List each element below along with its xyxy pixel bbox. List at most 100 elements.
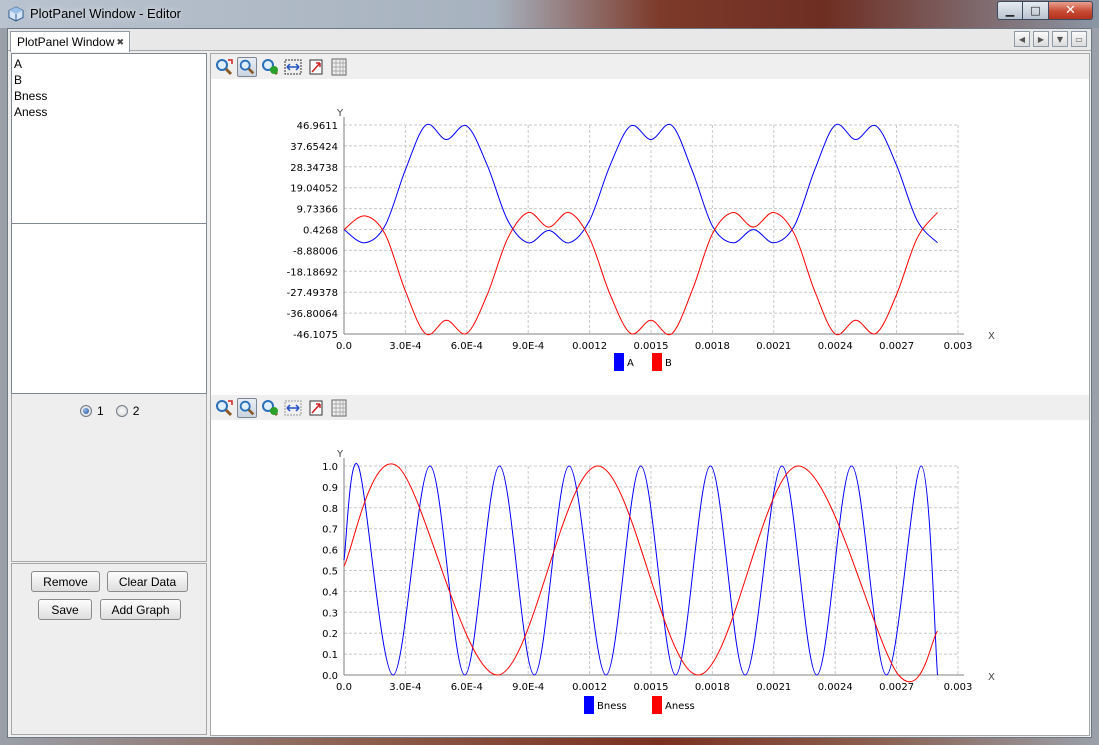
list-item[interactable]: B	[14, 72, 204, 88]
x-tick-label: 6.0E-4	[451, 682, 483, 693]
add-graph-button[interactable]: Add Graph	[100, 599, 181, 620]
tab-list-button[interactable]: ▼	[1052, 31, 1068, 47]
legend-swatch	[584, 696, 594, 714]
remove-button[interactable]: Remove	[31, 571, 100, 592]
export-icon[interactable]	[306, 398, 326, 418]
y-tick-label: -46.1075	[293, 330, 338, 341]
x-tick-label: 9.0E-4	[512, 341, 544, 352]
legend-label: Bness	[597, 701, 627, 712]
zoom-reset-icon[interactable]	[214, 57, 234, 77]
list-item[interactable]: Aness	[14, 104, 204, 120]
x-tick-label: 0.0018	[695, 341, 730, 352]
tab-strip: PlotPanel Window ✖ ◀ ▶ ▼ ▭	[8, 29, 1091, 52]
y-tick-label: -8.88006	[293, 246, 338, 257]
zoom-icon[interactable]	[237, 398, 257, 418]
grid-icon[interactable]	[329, 398, 349, 418]
restore-window-button[interactable]: ▭	[1071, 31, 1087, 47]
minimize-button[interactable]: ▁	[997, 1, 1023, 20]
y-tick-label: 0.5	[322, 567, 338, 578]
list-item[interactable]: A	[14, 56, 204, 72]
legend-label: B	[665, 358, 672, 369]
action-button-panel: Remove Clear Data Save Add Graph	[11, 563, 207, 735]
series-list[interactable]: A B Bness Aness	[11, 53, 207, 224]
y-axis-label: Y	[336, 108, 344, 119]
app-icon	[8, 6, 24, 22]
x-axis-label: X	[988, 672, 995, 683]
y-tick-label: 0.3	[322, 608, 338, 619]
zoom-icon[interactable]	[237, 57, 257, 77]
y-tick-label: -18.18692	[287, 267, 338, 278]
plot-2-chart[interactable]: 0.0 3.0E-4 6.0E-4 9.0E-4 0.0012 0.0015 0.0018 0…	[211, 420, 1089, 735]
pan-icon[interactable]	[260, 57, 280, 77]
legend-swatch	[614, 353, 624, 371]
y-tick-label: 0.9	[322, 483, 338, 494]
grid-icon[interactable]	[329, 57, 349, 77]
maximize-icon: □	[1030, 4, 1041, 17]
pan-icon[interactable]	[260, 398, 280, 418]
secondary-list[interactable]	[11, 224, 207, 394]
y-tick-label: 9.73366	[297, 205, 338, 216]
y-tick-label: 1.0	[322, 462, 338, 473]
x-tick-label: 0.0	[336, 341, 352, 352]
legend-swatch	[652, 696, 662, 714]
window-title: PlotPanel Window - Editor	[30, 6, 182, 21]
series-line-b	[343, 211, 938, 336]
plot-1-chart[interactable]: 0.0 3.0E-4 6.0E-4 9.0E-4 0.0012 0.0015 0.0018 0…	[211, 79, 1089, 396]
list-item[interactable]: Bness	[14, 88, 204, 104]
x-tick-label: 0.0	[336, 682, 352, 693]
radio-label: 2	[132, 404, 140, 418]
chevron-left-icon: ◀	[1018, 34, 1026, 44]
x-tick-label: 0.003	[944, 341, 973, 352]
chevron-down-icon: ▼	[1056, 34, 1064, 44]
x-tick-label: 6.0E-4	[451, 341, 483, 352]
series-line-a	[343, 123, 938, 244]
y-tick-label: 0.8	[322, 504, 338, 515]
x-tick-label: 0.0018	[695, 682, 730, 693]
y-tick-label: -27.49378	[287, 288, 338, 299]
x-tick-label: 0.0027	[879, 682, 914, 693]
y-tick-label: 0.2	[322, 629, 338, 640]
plot-1-toolbar	[211, 54, 1089, 79]
editor-client-area: PlotPanel Window ✖ ◀ ▶ ▼ ▭ A B Bness Ane…	[7, 28, 1092, 738]
x-tick-label: 9.0E-4	[512, 682, 544, 693]
y-tick-label: 37.65424	[290, 142, 338, 153]
legend-swatch	[652, 353, 662, 371]
tab-close-icon[interactable]: ✖	[116, 37, 124, 48]
y-tick-label: 0.4	[322, 587, 338, 598]
x-tick-label: 0.0015	[634, 341, 669, 352]
close-button[interactable]: ✕	[1049, 1, 1093, 20]
export-icon[interactable]	[306, 57, 326, 77]
series-line-aness	[343, 463, 938, 683]
x-tick-label: 0.0021	[756, 682, 791, 693]
tab-scroll-left-button[interactable]: ◀	[1014, 31, 1030, 47]
x-tick-label: 0.0012	[572, 682, 607, 693]
fit-icon[interactable]	[283, 398, 303, 418]
y-axis-label: Y	[336, 449, 344, 460]
y-tick-label: 28.34738	[290, 163, 338, 174]
tab-plotpanel-window[interactable]: PlotPanel Window ✖	[10, 31, 130, 52]
y-tick-label: 0.6	[322, 546, 338, 557]
tab-scroll-right-button[interactable]: ▶	[1033, 31, 1049, 47]
tab-label: PlotPanel Window	[17, 35, 115, 49]
graph-select-panel: 1 2	[11, 394, 207, 562]
radio-graph-1[interactable]: 1	[80, 404, 104, 418]
y-tick-label: 0.4268	[303, 226, 338, 237]
legend-label: A	[627, 358, 634, 369]
x-tick-label: 3.0E-4	[389, 682, 421, 693]
fit-icon[interactable]	[283, 57, 303, 77]
radio-graph-2[interactable]: 2	[115, 404, 140, 418]
restore-window-icon: ▭	[1075, 34, 1083, 44]
series-line-bness	[343, 463, 938, 676]
y-tick-label: 19.04052	[290, 184, 338, 195]
radio-unselected-icon	[115, 405, 128, 417]
x-tick-label: 0.0024	[818, 682, 853, 693]
clear-data-button[interactable]: Clear Data	[107, 571, 188, 592]
zoom-reset-icon[interactable]	[214, 398, 234, 418]
plot-panel: 0.0 3.0E-4 6.0E-4 9.0E-4 0.0012 0.0015 0.0018 0…	[210, 53, 1090, 736]
window-titlebar: PlotPanel Window - Editor ▁ □ ✕	[0, 0, 1099, 28]
minimize-icon: ▁	[1005, 4, 1015, 17]
sidebar: A B Bness Aness 1 2 Remove Clear Data Sa…	[11, 53, 207, 736]
maximize-button[interactable]: □	[1023, 1, 1049, 20]
legend-label: Aness	[665, 701, 695, 712]
save-button[interactable]: Save	[38, 599, 92, 620]
